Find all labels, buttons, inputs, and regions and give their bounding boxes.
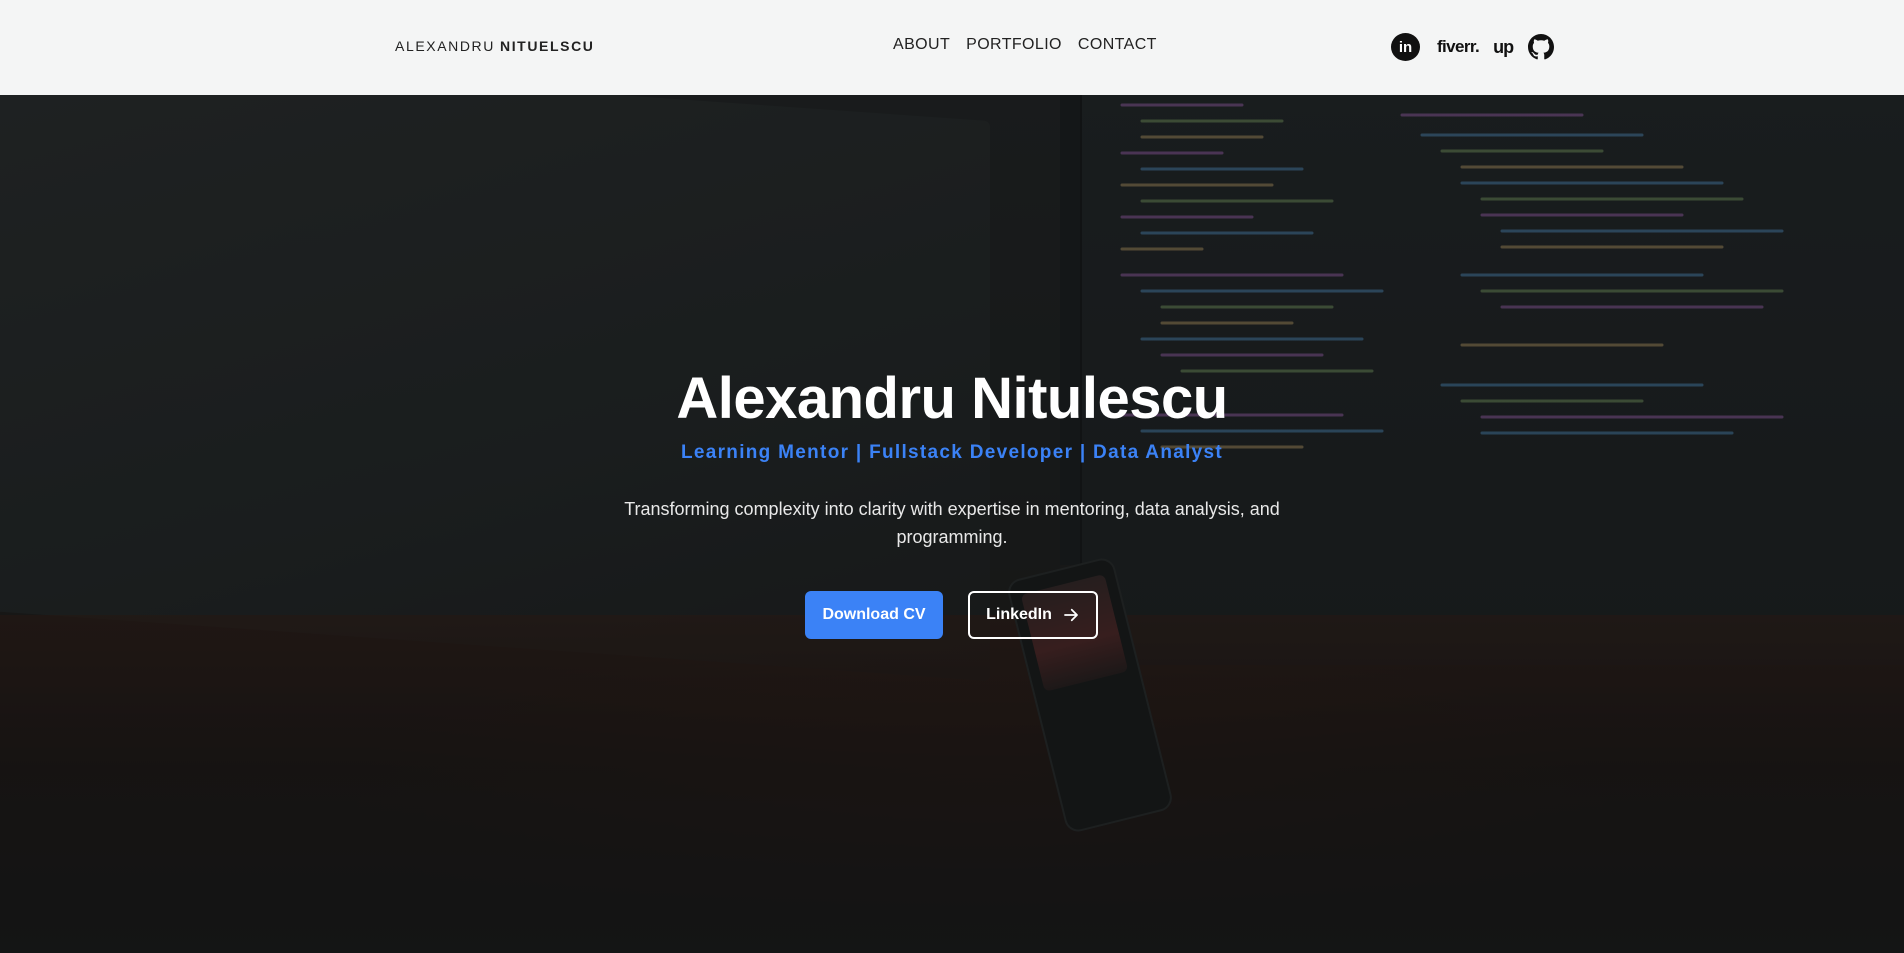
hero-tagline: Learning Mentor | Fullstack Developer | … [680,442,1224,463]
brand-logo[interactable]: ALEXANDRU NITUELSCU [395,38,595,54]
hero-name: Alexandru Nitulescu [676,366,1228,431]
main-nav: ABOUT PORTFOLIO CONTACT [893,36,1157,54]
linkedin-button-label: LinkedIn [986,606,1052,623]
nav-about[interactable]: ABOUT [893,36,950,54]
fiverr-icon[interactable]: fiverr. [1437,33,1480,61]
nav-portfolio[interactable]: PORTFOLIO [966,36,1062,54]
github-icon-glyph [1527,34,1554,60]
upwork-icon[interactable]: up [1493,33,1514,61]
linkedin-button[interactable]: LinkedIn [968,591,1098,639]
hero-description: Transforming complexity into clarity wit… [624,499,1280,547]
nav-contact[interactable]: CONTACT [1078,36,1157,54]
brand-first-name: ALEXANDRU [395,38,495,54]
arrow-right-icon [1063,608,1078,622]
social-links: in fiverr. up [1391,33,1554,61]
github-icon[interactable] [1527,33,1554,61]
hero-section: Alexandru Nitulescu Learning Mentor | Fu… [0,95,1904,953]
download-cv-button[interactable]: Download CV [805,591,943,639]
navbar: ALEXANDRU NITUELSCU ABOUT PORTFOLIO CONTA… [0,0,1904,95]
download-cv-label: Download CV [822,606,926,623]
brand-last-name: NITUELSCU [499,38,595,54]
linkedin-icon[interactable]: in [1391,33,1420,61]
